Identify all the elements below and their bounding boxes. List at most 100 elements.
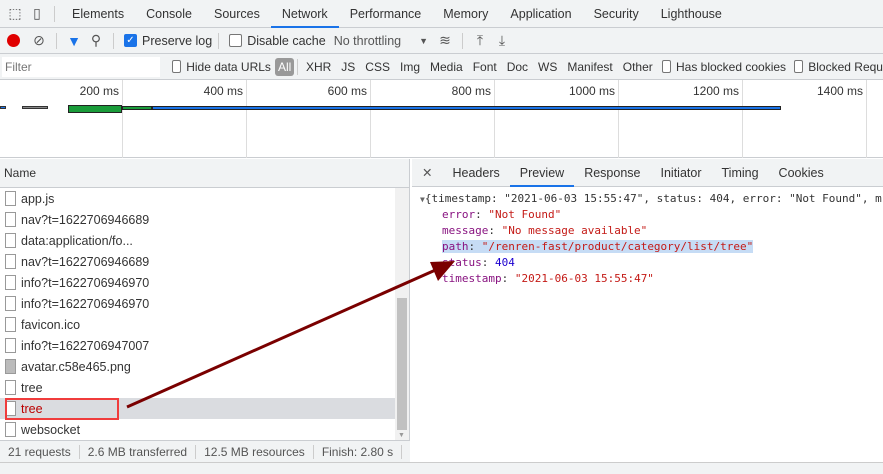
preserve-log-label: Preserve log bbox=[142, 33, 213, 48]
tab-response[interactable]: Response bbox=[574, 159, 650, 187]
type-filter-css[interactable]: CSS bbox=[360, 60, 395, 74]
record-button[interactable] bbox=[7, 34, 20, 47]
close-icon[interactable]: ✕ bbox=[412, 159, 442, 187]
request-name: favicon.ico bbox=[21, 317, 81, 332]
has-blocked-cookies-checkbox[interactable] bbox=[661, 60, 671, 73]
export-har-icon[interactable]: ⤓ bbox=[491, 32, 513, 49]
request-name: info?t=1622706947007 bbox=[21, 338, 150, 353]
request-row[interactable]: info?t=1622706946970 bbox=[0, 293, 396, 314]
request-row[interactable]: avatar.c58e465.png bbox=[0, 356, 396, 377]
timeline-tick-label: 200 ms bbox=[79, 84, 119, 98]
detail-tab-bar: ✕ Headers Preview Response Initiator Tim… bbox=[412, 159, 883, 187]
request-row[interactable]: app.js bbox=[0, 188, 396, 209]
tab-security[interactable]: Security bbox=[583, 0, 650, 28]
type-filter-ws[interactable]: WS bbox=[533, 60, 562, 74]
tab-lighthouse[interactable]: Lighthouse bbox=[650, 0, 733, 28]
type-filter-other[interactable]: Other bbox=[618, 60, 658, 74]
json-field-status[interactable]: status: 404 bbox=[412, 255, 883, 271]
timeline-gridline bbox=[370, 80, 371, 158]
request-list-scrollbar[interactable]: ▼ bbox=[395, 188, 409, 441]
blocked-requests-checkbox[interactable] bbox=[794, 60, 804, 73]
tab-elements[interactable]: Elements bbox=[61, 0, 135, 28]
network-conditions-icon[interactable]: ≋ bbox=[434, 32, 456, 49]
filter-input[interactable] bbox=[2, 56, 160, 77]
request-row[interactable]: nav?t=1622706946689 bbox=[0, 251, 396, 272]
tab-console[interactable]: Console bbox=[135, 0, 203, 28]
request-row[interactable]: websocket bbox=[0, 419, 396, 440]
request-name: nav?t=1622706946689 bbox=[21, 212, 150, 227]
type-filter-all[interactable]: All bbox=[274, 57, 295, 76]
chevron-down-icon[interactable]: ▼ bbox=[419, 36, 428, 46]
file-icon bbox=[5, 296, 16, 311]
json-value: "2021-06-03 15:55:47" bbox=[514, 272, 654, 285]
tab-sources[interactable]: Sources bbox=[203, 0, 271, 28]
tab-initiator[interactable]: Initiator bbox=[651, 159, 712, 187]
filter-icon[interactable]: ▼ bbox=[63, 33, 85, 49]
json-field-path[interactable]: path: "/renren-fast/product/category/lis… bbox=[412, 239, 883, 255]
timeline-bar bbox=[22, 106, 48, 109]
type-filter-manifest[interactable]: Manifest bbox=[562, 60, 617, 74]
request-row[interactable]: info?t=1622706946970 bbox=[0, 272, 396, 293]
network-timeline-overview[interactable]: 200 ms 400 ms 600 ms 800 ms 1000 ms 1200… bbox=[0, 80, 883, 158]
tab-performance[interactable]: Performance bbox=[339, 0, 433, 28]
tab-memory[interactable]: Memory bbox=[432, 0, 499, 28]
throttling-select[interactable]: No throttling bbox=[334, 34, 401, 48]
type-filter-xhr[interactable]: XHR bbox=[301, 60, 336, 74]
tab-headers[interactable]: Headers bbox=[442, 159, 509, 187]
type-filter-media[interactable]: Media bbox=[425, 60, 468, 74]
disable-cache-checkbox[interactable] bbox=[229, 34, 243, 47]
json-summary: {timestamp: "2021-06-03 15:55:47", statu… bbox=[424, 192, 882, 205]
timeline-gridline bbox=[122, 80, 123, 158]
type-filter-font[interactable]: Font bbox=[468, 60, 502, 74]
scrollbar-thumb[interactable] bbox=[397, 298, 407, 430]
json-key: timestamp bbox=[442, 272, 502, 285]
json-value: "No message available" bbox=[501, 224, 648, 237]
json-key: message bbox=[442, 224, 489, 237]
type-filter-img[interactable]: Img bbox=[395, 60, 425, 74]
json-preview: ▼{timestamp: "2021-06-03 15:55:47", stat… bbox=[412, 187, 883, 287]
preserve-log-checkbox[interactable]: ✓ bbox=[124, 34, 137, 47]
file-icon bbox=[5, 275, 16, 290]
request-row[interactable]: favicon.ico bbox=[0, 314, 396, 335]
drawer-edge bbox=[0, 462, 883, 474]
timeline-bar bbox=[122, 106, 152, 110]
timeline-gridline bbox=[618, 80, 619, 158]
request-name: nav?t=1622706946689 bbox=[21, 254, 150, 269]
divider bbox=[218, 32, 220, 49]
device-toolbar-icon[interactable]: ▯ bbox=[26, 5, 48, 22]
column-header-name[interactable]: Name bbox=[0, 159, 409, 188]
search-icon[interactable]: ⚲ bbox=[85, 32, 107, 49]
import-har-icon[interactable]: ⤒ bbox=[469, 32, 491, 49]
finish-time: Finish: 2.80 s bbox=[314, 444, 403, 459]
request-row[interactable]: nav?t=1622706946689 bbox=[0, 209, 396, 230]
json-key: status bbox=[442, 256, 482, 269]
json-field-timestamp[interactable]: timestamp: "2021-06-03 15:55:47" bbox=[412, 271, 883, 287]
tab-preview[interactable]: Preview bbox=[509, 159, 575, 187]
timeline-gridline bbox=[742, 80, 743, 158]
request-row[interactable]: info?t=1622706947007 bbox=[0, 335, 396, 356]
request-row[interactable]: data:application/fo... bbox=[0, 230, 396, 251]
disable-cache-label: Disable cache bbox=[247, 33, 326, 48]
hide-data-urls-label: Hide data URLs bbox=[186, 59, 271, 74]
tab-timing[interactable]: Timing bbox=[712, 159, 769, 187]
request-detail-panel: ✕ Headers Preview Response Initiator Tim… bbox=[412, 159, 883, 462]
divider bbox=[462, 32, 464, 49]
divider bbox=[113, 32, 114, 49]
tab-application[interactable]: Application bbox=[499, 0, 582, 28]
type-filter-js[interactable]: JS bbox=[336, 60, 360, 74]
filter-bar: Hide data URLs All XHR JS CSS Img Media … bbox=[0, 54, 883, 80]
timeline-tick-label: 1400 ms bbox=[816, 84, 863, 98]
json-key: error bbox=[442, 208, 476, 221]
request-row[interactable]: tree bbox=[0, 377, 396, 398]
clear-icon[interactable]: ⊘ bbox=[28, 32, 50, 49]
json-root[interactable]: ▼{timestamp: "2021-06-03 15:55:47", stat… bbox=[412, 191, 883, 207]
tab-cookies[interactable]: Cookies bbox=[769, 159, 834, 187]
hide-data-urls-checkbox[interactable] bbox=[172, 60, 182, 73]
scroll-down-arrow-icon[interactable]: ▼ bbox=[398, 432, 405, 439]
json-field-error[interactable]: error: "Not Found" bbox=[412, 207, 883, 223]
request-name: tree bbox=[21, 380, 43, 395]
type-filter-doc[interactable]: Doc bbox=[502, 60, 533, 74]
json-field-message[interactable]: message: "No message available" bbox=[412, 223, 883, 239]
inspect-element-icon[interactable]: ⬚ bbox=[4, 5, 26, 22]
tab-network[interactable]: Network bbox=[270, 0, 339, 28]
